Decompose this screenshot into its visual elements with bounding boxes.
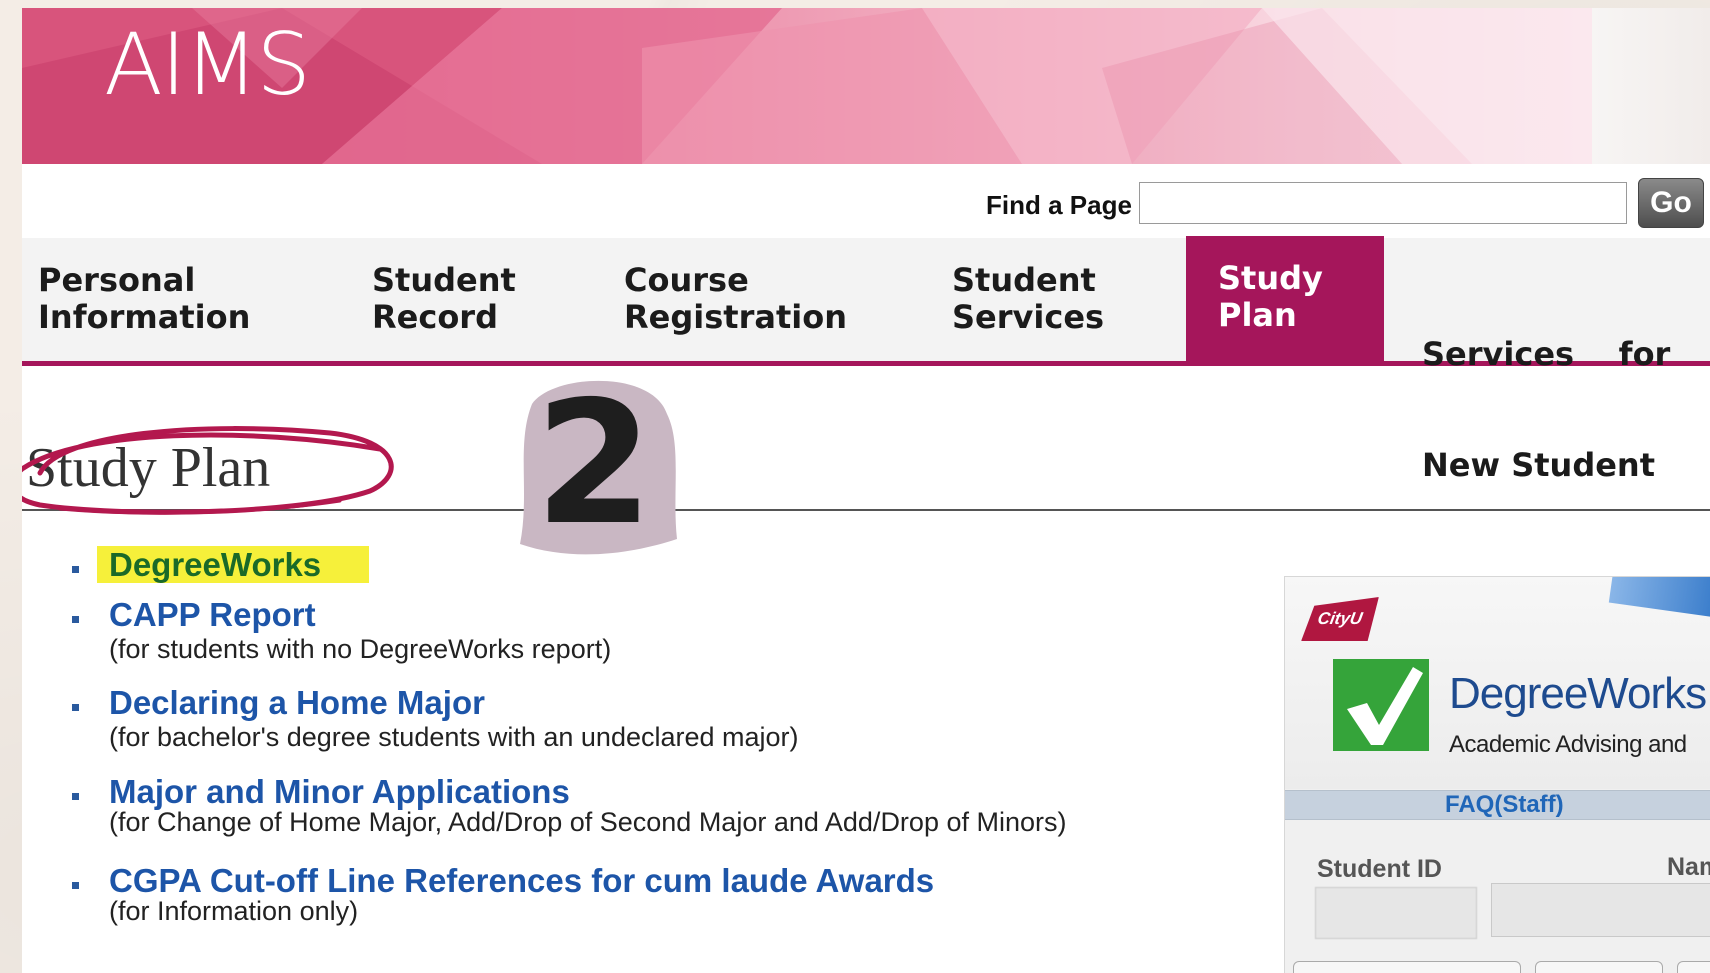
nav-tab-course-registration[interactable]: Course Registration [624, 262, 847, 336]
cgpa-cutoff-link[interactable]: CGPA Cut-off Line References for cum lau… [109, 862, 934, 900]
preview-button[interactable] [1677, 961, 1710, 973]
step-number-badge: 2 [520, 374, 677, 563]
nav-tab-label: Student [372, 261, 516, 299]
bullet-icon [72, 793, 79, 800]
name-field[interactable] [1491, 883, 1710, 937]
preview-button[interactable] [1535, 961, 1663, 973]
nav-tab-label: Plan [1218, 296, 1297, 334]
checkmark-icon [1333, 659, 1429, 751]
nav-tab-label: Information [38, 298, 251, 336]
major-minor-applications-note: (for Change of Home Major, Add/Drop of S… [109, 807, 1067, 837]
major-minor-applications-link[interactable]: Major and Minor Applications [109, 773, 570, 811]
faq-staff-link[interactable]: FAQ(Staff) [1445, 791, 1564, 819]
nav-tab-label: Course [624, 261, 749, 299]
nav-tab-label: Registration [624, 298, 847, 336]
bullet-icon [72, 566, 79, 573]
banner: AIMS [22, 8, 1592, 164]
aims-page: AIMS Find a Page Go Personal Information… [22, 8, 1710, 973]
student-id-field[interactable] [1315, 887, 1477, 939]
degreeworks-title: DegreeWorks [1449, 669, 1707, 718]
nav-tab-label: Study [1218, 259, 1323, 297]
find-page-input[interactable] [1139, 182, 1627, 224]
student-id-label: Student ID [1317, 855, 1442, 883]
nav-tab-label: Personal [38, 261, 196, 299]
bullet-icon [72, 616, 79, 623]
preview-button[interactable] [1293, 961, 1521, 973]
degreeworks-subtitle: Academic Advising and [1449, 731, 1687, 758]
go-button[interactable]: Go [1638, 178, 1704, 228]
declaring-home-major-link[interactable]: Declaring a Home Major [109, 684, 485, 722]
main-nav: Personal Information Student Record Cour… [22, 236, 1710, 484]
nav-tab-study-plan[interactable]: Study Plan [1186, 236, 1384, 363]
nav-tab-label: Record [372, 298, 498, 336]
degreeworks-preview: CityU DegreeWorks Academic Advising and … [1284, 576, 1710, 973]
nav-tab-services-for-new-student[interactable]: Services for New Student [1422, 262, 1670, 558]
aims-logo[interactable]: AIMS [104, 22, 311, 108]
capp-report-link[interactable]: CAPP Report [109, 596, 316, 634]
find-page-label: Find a Page [986, 190, 1132, 220]
bullet-icon [72, 704, 79, 711]
nav-tab-label: Services [952, 298, 1105, 336]
banner-right-panel [1592, 8, 1710, 164]
nav-tab-label: Services for [1422, 335, 1671, 373]
nav-tab-student-services[interactable]: Student Services [952, 262, 1104, 336]
cgpa-cutoff-note: (for Information only) [109, 896, 359, 926]
hand-drawn-circle-annotation [22, 426, 394, 515]
name-label: Nam [1667, 853, 1710, 881]
nav-tab-label: Student [952, 261, 1096, 299]
declaring-home-major-note: (for bachelor's degree students with an … [109, 722, 799, 752]
bullet-icon [72, 882, 79, 889]
nav-tab-label: New Student [1422, 446, 1655, 484]
degreeworks-link[interactable]: DegreeWorks [97, 546, 370, 584]
capp-report-note: (for students with no DegreeWorks report… [109, 634, 612, 664]
degreeworks-link-text: DegreeWorks [97, 546, 370, 583]
nav-tab-personal-information[interactable]: Personal Information [38, 262, 250, 336]
step-number-text: 2 [535, 374, 653, 563]
nav-tab-student-record[interactable]: Student Record [372, 262, 516, 336]
